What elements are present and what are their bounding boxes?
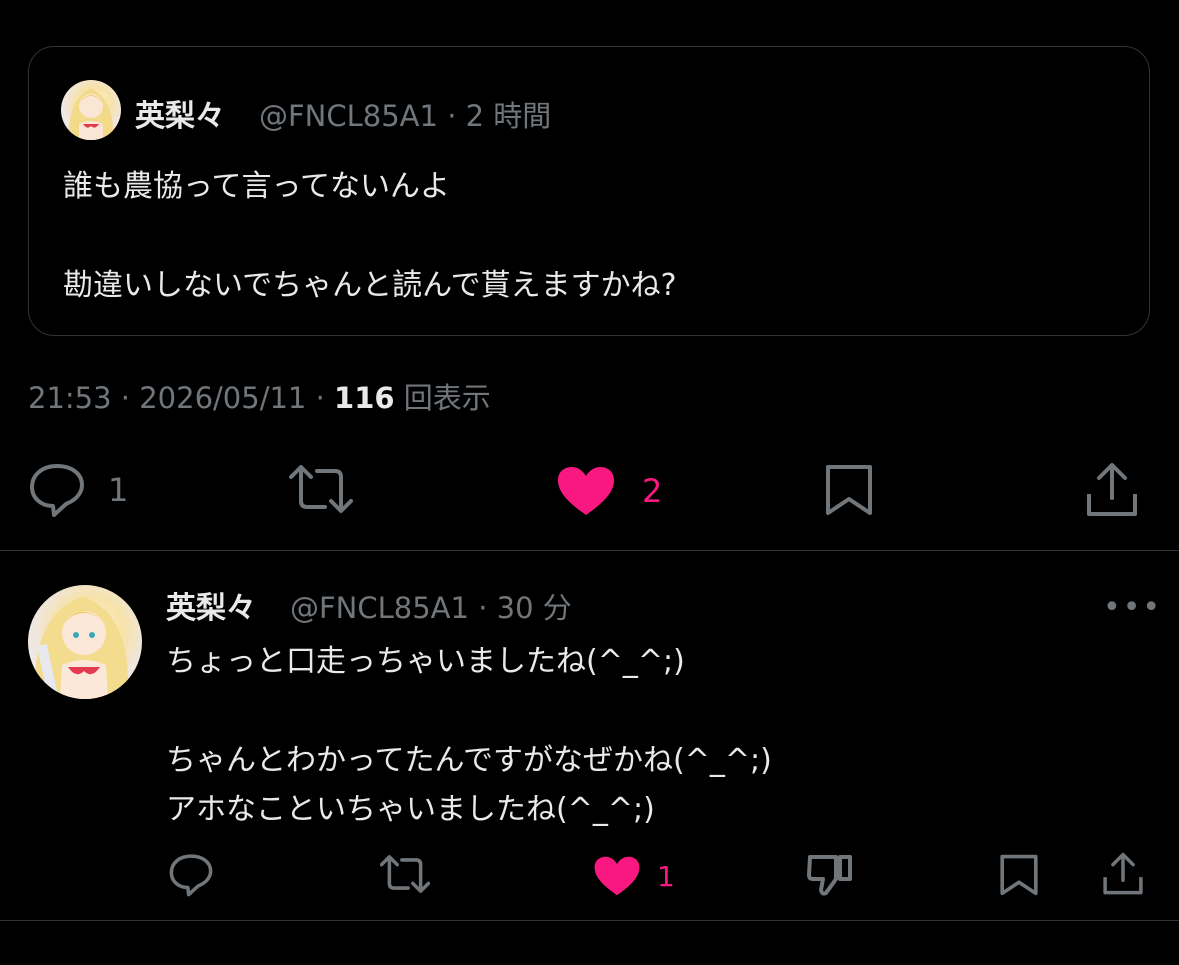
heart-icon bbox=[556, 465, 616, 517]
reply-retweet-button[interactable] bbox=[380, 853, 430, 895]
tweet-meta: 21:53 · 2026/05/11 · 116 回表示 bbox=[28, 375, 491, 417]
like-count: 2 bbox=[642, 472, 663, 510]
reply-icon bbox=[168, 853, 214, 897]
like-button[interactable]: 2 bbox=[556, 465, 662, 517]
reply-text-line-1: ちょっと口走っちゃいましたね(^_^;) bbox=[166, 644, 685, 679]
reply-avatar[interactable] bbox=[28, 585, 142, 699]
retweet-button[interactable] bbox=[289, 463, 353, 515]
reply-like-button[interactable]: 1 bbox=[593, 855, 675, 897]
quoted-author-handle-time[interactable]: @FNCL85A1 · 2 時間 bbox=[259, 93, 551, 135]
reply-button[interactable]: 1 bbox=[28, 462, 128, 518]
reply-author-name[interactable]: 英梨々 bbox=[166, 583, 256, 627]
bookmark-icon bbox=[824, 463, 874, 517]
reply-share-button[interactable] bbox=[1102, 852, 1144, 896]
divider bbox=[0, 550, 1179, 551]
share-icon bbox=[1085, 462, 1139, 518]
reply-bookmark-button[interactable] bbox=[999, 853, 1039, 897]
reply-text-line-3: アホなこといちゃいましたね(^_^;) bbox=[166, 792, 655, 827]
retweet-icon bbox=[289, 463, 353, 515]
reply-text-line-2: ちゃんとわかってたんですがなぜかね(^_^;) bbox=[166, 743, 772, 778]
view-count: 116 bbox=[334, 381, 395, 415]
quoted-text-line-2: 勘違いしないでちゃんと読んで貰えますかね? bbox=[63, 268, 677, 303]
quoted-tweet-card[interactable]: 英梨々 @FNCL85A1 · 2 時間 誰も農協って言ってないんよ 勘違いしな… bbox=[28, 46, 1150, 336]
share-button[interactable] bbox=[1085, 462, 1139, 518]
thumbs-down-icon bbox=[806, 853, 854, 897]
more-options-icon[interactable]: ••• bbox=[1103, 590, 1162, 625]
bookmark-button[interactable] bbox=[824, 463, 874, 517]
downvote-button[interactable] bbox=[806, 853, 854, 897]
heart-icon bbox=[593, 855, 641, 897]
retweet-icon bbox=[380, 853, 430, 895]
divider-bottom bbox=[0, 920, 1179, 921]
share-icon bbox=[1102, 852, 1144, 896]
bookmark-icon bbox=[999, 853, 1039, 897]
quoted-avatar[interactable] bbox=[61, 80, 121, 140]
quoted-text-line-1: 誰も農協って言ってないんよ bbox=[63, 169, 450, 204]
reply-icon bbox=[28, 462, 86, 518]
reply-count: 1 bbox=[108, 471, 129, 509]
view-label: 回表示 bbox=[394, 381, 491, 415]
reply-like-count: 1 bbox=[657, 859, 675, 893]
quoted-author-name[interactable]: 英梨々 bbox=[135, 91, 225, 135]
reply-author-handle-time[interactable]: @FNCL85A1 · 30 分 bbox=[290, 585, 572, 627]
tweet-timestamp[interactable]: 21:53 · 2026/05/11 · bbox=[28, 381, 334, 415]
reply-reply-button[interactable] bbox=[168, 853, 214, 897]
